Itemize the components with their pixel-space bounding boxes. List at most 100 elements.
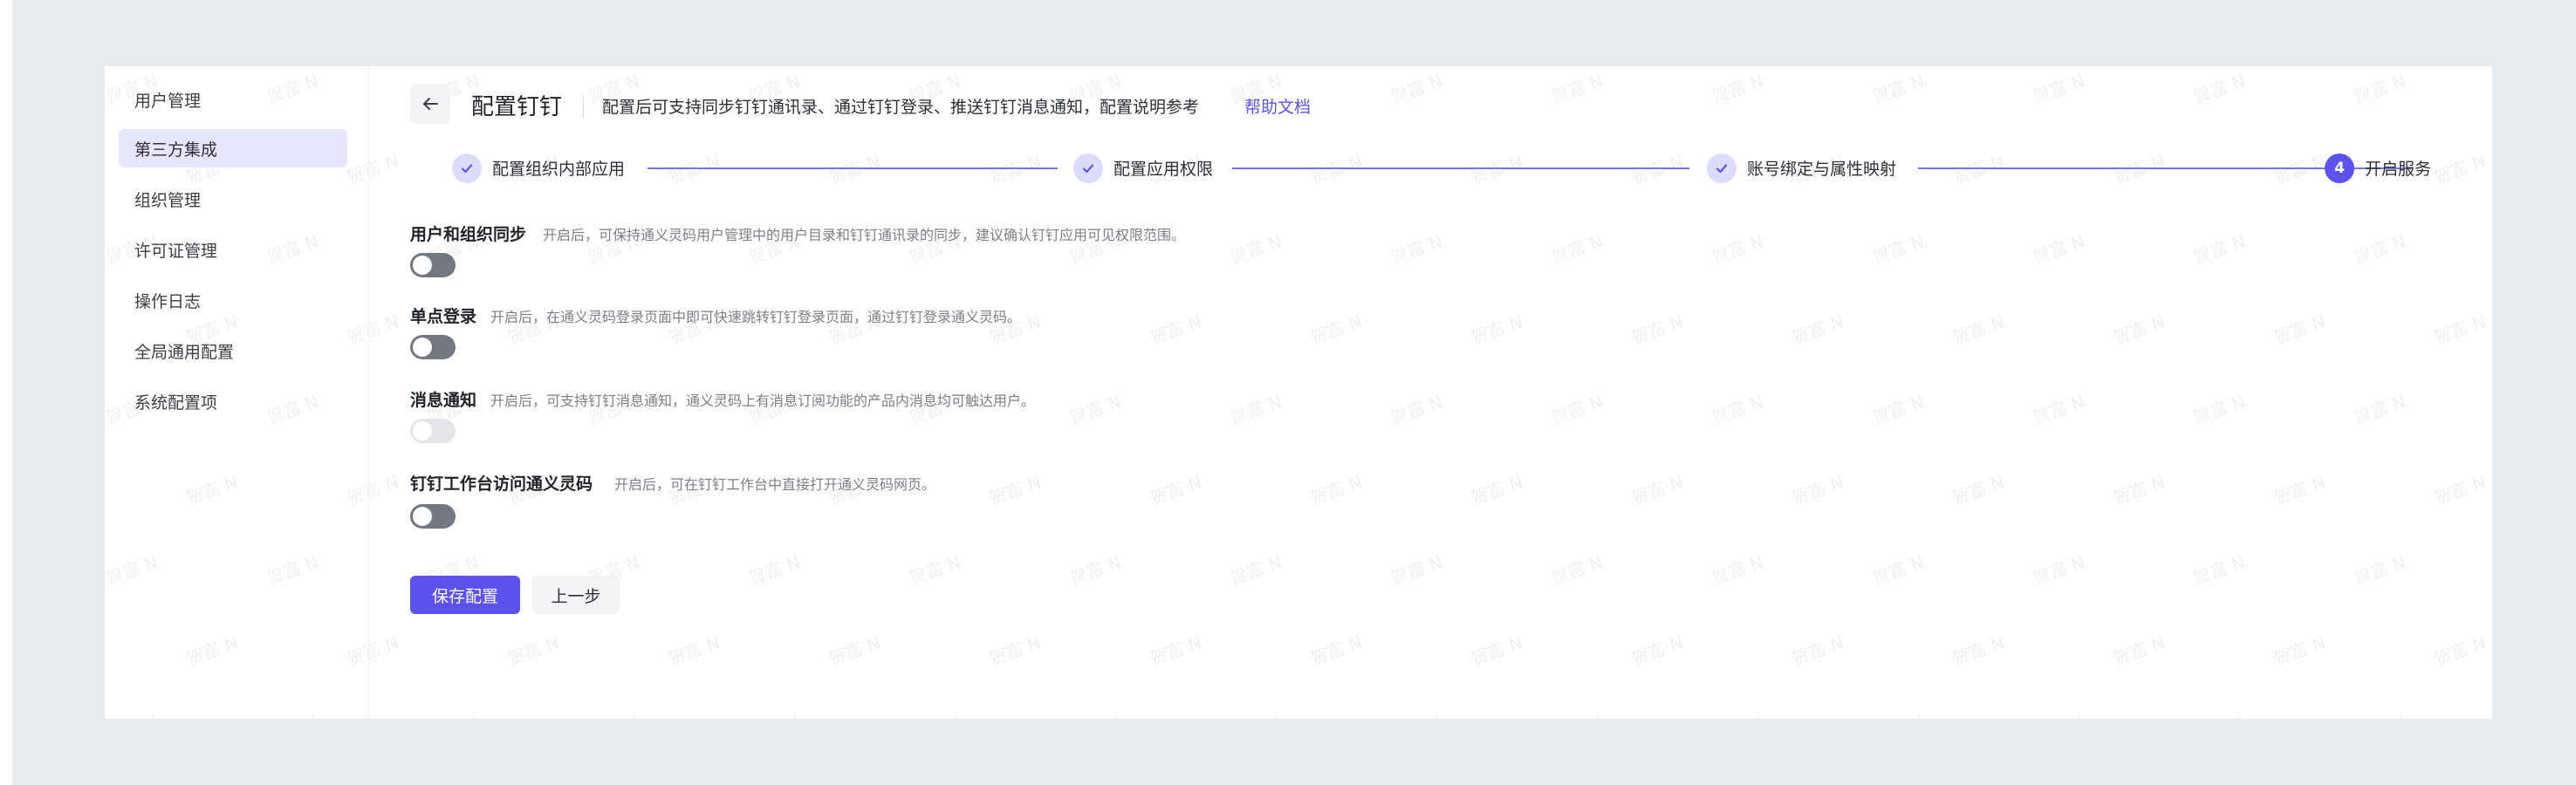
watermark-text: 贺富 N	[2029, 708, 2088, 719]
setting-workbench-title: 钉钉工作台访问通义灵码	[410, 474, 593, 494]
watermark-text: 贺富 N	[504, 631, 563, 670]
watermark-text: 贺富 N	[1468, 631, 1526, 670]
watermark-text: 贺富 N	[1869, 391, 1928, 429]
watermark-text: 贺富 N	[423, 708, 483, 719]
watermark-text: 贺富 N	[2110, 631, 2168, 670]
watermark-text: 贺富 N	[1869, 70, 1928, 108]
watermark-text: 贺富 N	[1547, 708, 1607, 719]
sidebar-item-label: 组织管理	[134, 190, 202, 210]
watermark-text: 贺富 N	[744, 708, 804, 719]
watermark-text: 贺富 N	[1387, 70, 1446, 108]
setting-sso-desc: 开启后，在通义灵码登录页面中即可快速跳转钉钉登录页面，通过钉钉登录通义灵码。	[490, 309, 1022, 325]
setting-notification-title: 消息通知	[410, 391, 477, 410]
toggle-notification[interactable]	[410, 419, 456, 443]
watermark-text: 贺富 N	[826, 631, 884, 670]
watermark-text: 贺富 N	[2190, 230, 2249, 269]
setting-sso-title: 单点登录	[410, 307, 477, 326]
watermark-text: 贺富 N	[1468, 311, 1526, 349]
watermark-text: 贺富 N	[2271, 631, 2329, 670]
toggle-user-org-sync[interactable]	[410, 253, 456, 277]
watermark-text: 贺富 N	[2189, 708, 2249, 719]
watermark-text: 贺富 N	[1708, 708, 1767, 719]
step-connector	[647, 167, 1058, 169]
toggle-knob	[413, 421, 432, 440]
toggle-knob	[413, 256, 432, 275]
watermark-text: 贺富 N	[1548, 551, 1607, 590]
sidebar-item-label: 第三方集成	[134, 140, 218, 160]
watermark-text: 贺富 N	[1307, 311, 1366, 349]
watermark-text: 贺富 N	[2431, 150, 2490, 188]
watermark-text: 贺富 N	[1548, 391, 1607, 429]
watermark-text: 贺富 N	[1387, 391, 1446, 429]
watermark-text: 贺富 N	[2030, 230, 2088, 269]
watermark-text: 贺富 N	[2271, 471, 2329, 509]
watermark-text: 贺富 N	[665, 631, 723, 670]
watermark-text: 贺富 N	[1066, 391, 1125, 429]
sidebar-item-label: 许可证管理	[134, 241, 218, 261]
watermark-text: 贺富 N	[1789, 311, 1847, 349]
page-title: 配置钉钉	[471, 94, 563, 120]
watermark-text: 贺富 N	[2190, 391, 2249, 429]
toggle-workbench[interactable]	[410, 504, 456, 529]
watermark-text: 贺富 N	[1066, 551, 1125, 590]
toggle-sso[interactable]	[410, 335, 456, 359]
watermark-text: 贺富 N	[1307, 631, 1366, 670]
watermark-text: 贺富 N	[2190, 551, 2249, 590]
watermark-text: 贺富 N	[1468, 471, 1526, 509]
setting-user-org-sync-desc: 开启后，可保持通义灵码用户管理中的用户目录和钉钉通讯录的同步，建议确认钉钉应用可…	[543, 227, 1186, 243]
watermark-text: 贺富 N	[1548, 70, 1607, 108]
setting-user-org-sync-title: 用户和组织同步	[410, 225, 527, 244]
watermark-text: 贺富 N	[1147, 631, 1205, 670]
watermark-text: 贺富 N	[1307, 471, 1366, 509]
watermark-text: 贺富 N	[1226, 708, 1285, 719]
help-doc-link[interactable]: 帮助文档	[1244, 94, 1311, 118]
sidebar: 用户管理 第三方集成 组织管理 许可证管理 操作日志 全局通用配置 系统配置项	[105, 66, 369, 719]
watermark-text: 贺富 N	[1949, 311, 2008, 349]
watermark-text: 贺富 N	[2431, 471, 2490, 509]
watermark-text: 贺富 N	[1789, 471, 1847, 509]
check-icon	[461, 164, 473, 174]
sidebar-item-operation-log[interactable]: 操作日志	[119, 281, 347, 319]
watermark-text: 贺富 N	[1869, 230, 1928, 269]
watermark-text: 贺富 N	[1709, 230, 1767, 269]
save-config-button[interactable]: 保存配置	[410, 576, 520, 614]
sidebar-item-label: 用户管理	[134, 91, 202, 111]
sidebar-item-label: 全局通用配置	[134, 342, 235, 362]
step-4-label: 开启服务	[2365, 160, 2432, 179]
watermark-text: 贺富 N	[1065, 708, 1125, 719]
main-card: 贺富 N 贺富 N 贺富 N 贺富 N 贺富 N 贺富 N 贺富 N 贺富 N 贺富 N 贺富 N…	[105, 66, 2492, 719]
watermark-text: 贺富 N	[1387, 551, 1446, 590]
check-icon	[1716, 164, 1728, 174]
step-2-label: 配置应用权限	[1113, 160, 1214, 179]
sidebar-item-system-config[interactable]: 系统配置项	[119, 382, 347, 420]
watermark-text: 贺富 N	[2190, 70, 2249, 108]
watermark-text: 贺富 N	[1628, 471, 1687, 509]
watermark-text: 贺富 N	[986, 631, 1045, 670]
watermark-text: 贺富 N	[2351, 230, 2409, 269]
back-button[interactable]	[410, 84, 450, 124]
sidebar-item-global-config[interactable]: 全局通用配置	[119, 331, 347, 370]
toggle-knob	[413, 507, 432, 526]
watermark-text: 贺富 N	[1227, 391, 1285, 429]
step-2-check	[1073, 154, 1103, 183]
previous-step-button[interactable]: 上一步	[532, 576, 620, 614]
watermark-text: 贺富 N	[745, 551, 804, 590]
sidebar-item-organization-management[interactable]: 组织管理	[119, 180, 347, 218]
watermark-text: 贺富 N	[584, 708, 643, 719]
step-1-label: 配置组织内部应用	[492, 160, 626, 179]
watermark-text: 贺富 N	[1147, 471, 1205, 509]
sidebar-item-third-party-integration[interactable]: 第三方集成	[119, 129, 347, 167]
toggle-knob	[413, 338, 432, 357]
watermark-text: 贺富 N	[1709, 551, 1767, 590]
watermark-text: 贺富 N	[1548, 230, 1607, 269]
step-1-check	[452, 154, 482, 183]
sidebar-item-license-management[interactable]: 许可证管理	[119, 230, 347, 269]
sidebar-item-user-management[interactable]: 用户管理	[119, 80, 347, 119]
watermark-text: 贺富 N	[2351, 391, 2409, 429]
watermark-text: 贺富 N	[2110, 311, 2168, 349]
watermark-text: 贺富 N	[2431, 311, 2490, 349]
watermark-text: 贺富 N	[1949, 631, 2008, 670]
watermark-text: 贺富 N	[1628, 311, 1687, 349]
watermark-text: 贺富 N	[2030, 70, 2088, 108]
step-connector	[1232, 167, 1689, 169]
